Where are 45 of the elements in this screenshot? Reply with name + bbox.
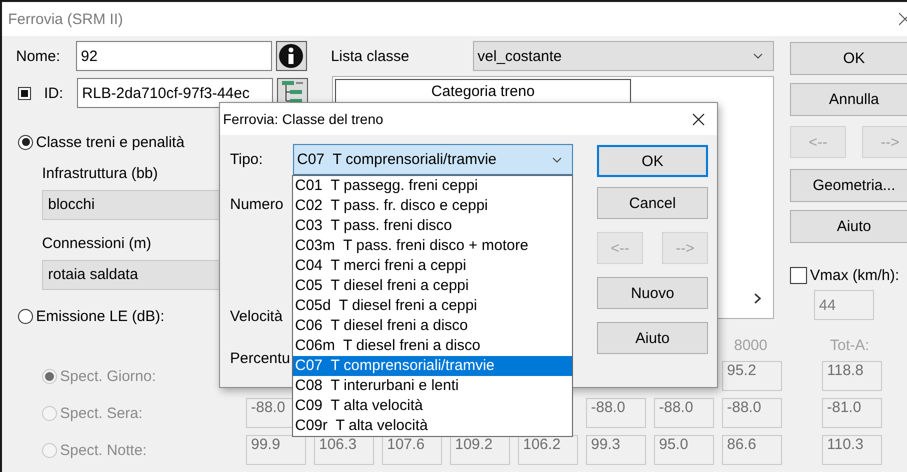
field-label: Tipo: <box>230 150 263 170</box>
id-field[interactable]: RLB-2da710cf-97f3-44ec <box>77 78 273 108</box>
chevron-down-icon <box>552 156 562 162</box>
close-icon[interactable] <box>899 12 907 26</box>
list-item[interactable]: C08 T interurbani e lenti <box>293 376 572 396</box>
column-header: 8000 <box>733 338 768 354</box>
column-header[interactable]: Categoria treno <box>335 79 631 103</box>
list-item[interactable]: C06 T diesel freni a disco <box>293 316 572 336</box>
dialog-button[interactable]: Aiuto <box>790 210 907 243</box>
dialog-button[interactable]: Nuovo <box>597 277 708 309</box>
field-label: ID: <box>44 84 64 102</box>
field-label: Percentu <box>230 349 290 369</box>
radio-option[interactable]: Emissione LE (dB): <box>18 306 164 326</box>
class-list-dropdown[interactable]: vel_costante <box>472 41 774 71</box>
info-icon <box>279 44 304 68</box>
field-label: Numero <box>230 195 284 215</box>
list-item[interactable]: C03m T pass. freni disco + motore <box>293 236 572 256</box>
field-label: Infrastruttura (bb) <box>42 164 158 184</box>
scroll-right-icon[interactable] <box>754 293 761 304</box>
list-item[interactable]: C06m T diesel freni a disco <box>293 336 572 356</box>
dialog-button[interactable]: Annulla <box>790 83 907 116</box>
field-label: Connessioni (m) <box>42 234 152 254</box>
list-item[interactable]: C05d T diesel freni a ceppi <box>293 296 572 316</box>
name-field[interactable]: 92 <box>76 41 272 71</box>
window-title: Ferrovia (SRM II) <box>8 10 124 28</box>
field-label: Velocità <box>230 307 283 327</box>
dialog-title: Ferrovia: Classe del treno <box>223 111 384 127</box>
dialog-button[interactable]: Geometria... <box>790 169 907 202</box>
list-item[interactable]: C07 T comprensoriali/tramvie <box>293 356 572 376</box>
field-label: Nome: <box>16 48 62 64</box>
id-checkbox[interactable] <box>18 86 31 100</box>
radio-label: Spect. Sera: <box>60 404 143 422</box>
type-dropdown[interactable]: C07 T comprensoriali/tramvie <box>293 144 573 175</box>
radio-label: Spect. Giorno: <box>60 368 156 384</box>
chevron-down-icon <box>753 53 763 59</box>
radio-option[interactable]: Classe treni e penalità <box>18 132 184 152</box>
info-button[interactable] <box>276 41 307 71</box>
dialog-button[interactable]: Cancel <box>597 187 708 219</box>
column-header: Tot-A: <box>829 338 870 354</box>
radio-label: Spect. Notte: <box>60 442 147 458</box>
dialog-button[interactable]: OK <box>790 42 907 75</box>
dialog-button[interactable]: OK <box>597 145 708 177</box>
dialog-button[interactable]: Aiuto <box>597 322 708 354</box>
close-icon[interactable] <box>692 112 705 126</box>
field-label: Lista classe <box>330 48 410 64</box>
